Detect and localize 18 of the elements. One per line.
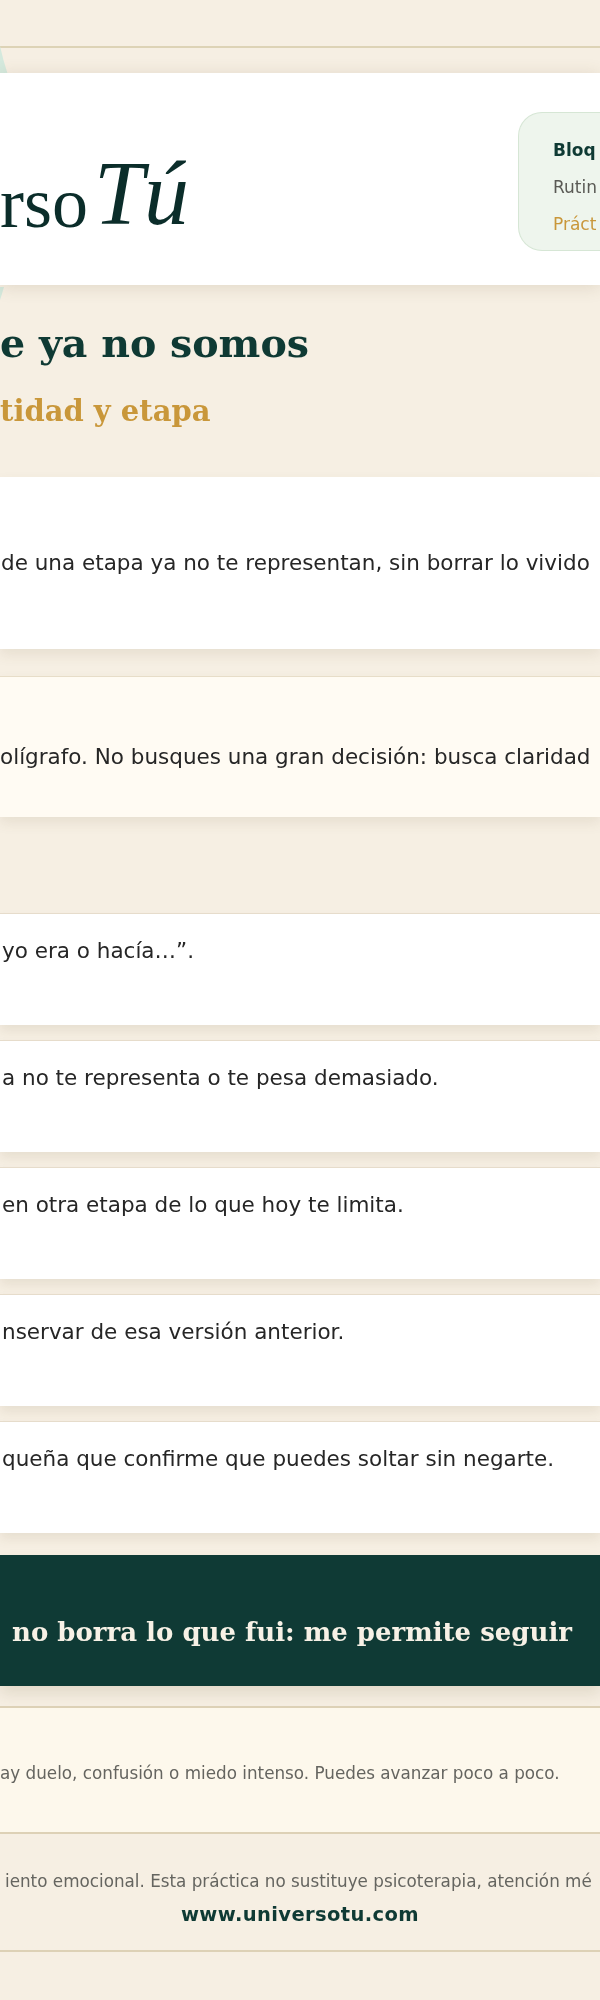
tip-text: olígrafo. No busques una gran decisión: busca claridad	[0, 743, 591, 771]
info-title: Bloq	[553, 138, 597, 162]
quote-text: no borra lo que fui: me permite seguir	[11, 1616, 573, 1649]
info-label: Práct	[553, 212, 598, 236]
note-text: ay duelo, confusión o miedo intenso. Puedes avanzar poco a poco.	[0, 1762, 560, 1785]
step-text: nservar de esa versión anterior.	[1, 1318, 345, 1346]
step-text: en otra etapa de lo que hoy te limita.	[1, 1191, 404, 1219]
step-text: yo era o hacía…”.	[1, 937, 195, 965]
info-subtitle: Rutin	[553, 175, 598, 199]
decorative-arc	[0, 287, 4, 300]
logo: rsoTú	[0, 149, 190, 239]
step-text: queña que confirme que puedes soltar sin negarte.	[1, 1445, 555, 1473]
page-title: e ya no somos	[0, 319, 309, 367]
step-text: a no te representa o te pesa demasiado.	[1, 1064, 439, 1092]
website-url: www.universotu.com	[180, 1902, 420, 1928]
intro-text: de una etapa ya no te representan, sin borrar lo vivido	[0, 549, 590, 577]
disclaimer-text: iento emocional. Esta práctica no sustituye psicoterapia, atención mé	[4, 1870, 592, 1893]
page-subtitle: tidad y etapa	[0, 393, 211, 429]
